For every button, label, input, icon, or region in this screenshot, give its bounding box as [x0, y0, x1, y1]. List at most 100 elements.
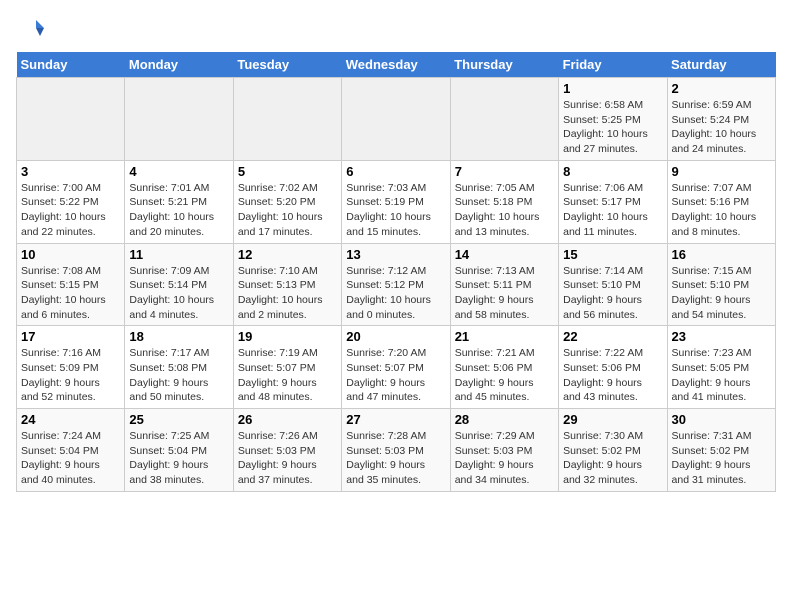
- calendar-cell: 25 Sunrise: 7:25 AM Sunset: 5:04 PM Dayli…: [125, 409, 233, 492]
- calendar-cell: 9Sunrise: 7:07 AM Sunset: 5:16 PM Daylig…: [667, 160, 775, 243]
- day-number: 25: [129, 412, 228, 427]
- day-number: 17: [21, 329, 120, 344]
- page-header: [16, 16, 776, 44]
- day-info: Sunrise: 7:01 AM Sunset: 5:21 PM Dayligh…: [129, 181, 228, 240]
- day-info: Sunrise: 7:10 AM Sunset: 5:13 PM Dayligh…: [238, 264, 337, 323]
- day-number: 2: [672, 81, 771, 96]
- day-number: 18: [129, 329, 228, 344]
- day-info: Sunrise: 7:22 AM Sunset: 5:06 PM Dayligh…: [563, 346, 662, 405]
- logo: [16, 16, 48, 44]
- calendar-cell: 26Sunrise: 7:26 AM Sunset: 5:03 PM Dayli…: [233, 409, 341, 492]
- header-saturday: Saturday: [667, 52, 775, 78]
- day-number: 8: [563, 164, 662, 179]
- calendar-cell: 8 Sunrise: 7:06 AM Sunset: 5:17 PM Daylig…: [559, 160, 667, 243]
- calendar-cell: 16Sunrise: 7:15 AM Sunset: 5:10 PM Dayli…: [667, 243, 775, 326]
- day-number: 23: [672, 329, 771, 344]
- calendar-cell: 28 Sunrise: 7:29 AM Sunset: 5:03 PM Dayli…: [450, 409, 558, 492]
- day-info: Sunrise: 6:58 AM Sunset: 5:25 PM Dayligh…: [563, 98, 662, 157]
- calendar-cell: 30Sunrise: 7:31 AM Sunset: 5:02 PM Dayli…: [667, 409, 775, 492]
- day-number: 19: [238, 329, 337, 344]
- day-info: Sunrise: 7:06 AM Sunset: 5:17 PM Dayligh…: [563, 181, 662, 240]
- day-info: Sunrise: 7:03 AM Sunset: 5:19 PM Dayligh…: [346, 181, 445, 240]
- calendar-cell: [125, 78, 233, 161]
- day-number: 5: [238, 164, 337, 179]
- calendar-cell: 3 Sunrise: 7:00 AM Sunset: 5:22 PM Daylig…: [17, 160, 125, 243]
- calendar-cell: 20 Sunrise: 7:20 AM Sunset: 5:07 PM Dayli…: [342, 326, 450, 409]
- calendar-cell: 23 Sunrise: 7:23 AM Sunset: 5:05 PM Dayli…: [667, 326, 775, 409]
- calendar-body: 1Sunrise: 6:58 AM Sunset: 5:25 PM Daylig…: [17, 78, 776, 492]
- day-number: 3: [21, 164, 120, 179]
- header-thursday: Thursday: [450, 52, 558, 78]
- calendar-cell: 27 Sunrise: 7:28 AM Sunset: 5:03 PM Dayli…: [342, 409, 450, 492]
- day-info: Sunrise: 7:25 AM Sunset: 5:04 PM Dayligh…: [129, 429, 228, 488]
- header-sunday: Sunday: [17, 52, 125, 78]
- calendar-cell: 18 Sunrise: 7:17 AM Sunset: 5:08 PM Dayli…: [125, 326, 233, 409]
- day-number: 14: [455, 247, 554, 262]
- day-number: 22: [563, 329, 662, 344]
- calendar-cell: 13Sunrise: 7:12 AM Sunset: 5:12 PM Dayli…: [342, 243, 450, 326]
- day-number: 29: [563, 412, 662, 427]
- day-number: 27: [346, 412, 445, 427]
- day-info: Sunrise: 7:23 AM Sunset: 5:05 PM Dayligh…: [672, 346, 771, 405]
- day-number: 30: [672, 412, 771, 427]
- day-info: Sunrise: 7:29 AM Sunset: 5:03 PM Dayligh…: [455, 429, 554, 488]
- day-info: Sunrise: 7:19 AM Sunset: 5:07 PM Dayligh…: [238, 346, 337, 405]
- day-info: Sunrise: 6:59 AM Sunset: 5:24 PM Dayligh…: [672, 98, 771, 157]
- logo-icon: [16, 16, 44, 44]
- calendar-cell: 12 Sunrise: 7:10 AM Sunset: 5:13 PM Dayli…: [233, 243, 341, 326]
- header-tuesday: Tuesday: [233, 52, 341, 78]
- day-info: Sunrise: 7:15 AM Sunset: 5:10 PM Dayligh…: [672, 264, 771, 323]
- calendar-week-1: 1Sunrise: 6:58 AM Sunset: 5:25 PM Daylig…: [17, 78, 776, 161]
- calendar-cell: 22 Sunrise: 7:22 AM Sunset: 5:06 PM Dayli…: [559, 326, 667, 409]
- day-info: Sunrise: 7:00 AM Sunset: 5:22 PM Dayligh…: [21, 181, 120, 240]
- calendar-cell: 19 Sunrise: 7:19 AM Sunset: 5:07 PM Dayli…: [233, 326, 341, 409]
- day-number: 13: [346, 247, 445, 262]
- day-info: Sunrise: 7:09 AM Sunset: 5:14 PM Dayligh…: [129, 264, 228, 323]
- day-number: 24: [21, 412, 120, 427]
- day-number: 28: [455, 412, 554, 427]
- day-number: 15: [563, 247, 662, 262]
- day-number: 7: [455, 164, 554, 179]
- calendar-cell: 4 Sunrise: 7:01 AM Sunset: 5:21 PM Daylig…: [125, 160, 233, 243]
- day-info: Sunrise: 7:07 AM Sunset: 5:16 PM Dayligh…: [672, 181, 771, 240]
- day-info: Sunrise: 7:05 AM Sunset: 5:18 PM Dayligh…: [455, 181, 554, 240]
- calendar-cell: 1Sunrise: 6:58 AM Sunset: 5:25 PM Daylig…: [559, 78, 667, 161]
- day-info: Sunrise: 7:21 AM Sunset: 5:06 PM Dayligh…: [455, 346, 554, 405]
- day-info: Sunrise: 7:02 AM Sunset: 5:20 PM Dayligh…: [238, 181, 337, 240]
- calendar-cell: 6 Sunrise: 7:03 AM Sunset: 5:19 PM Daylig…: [342, 160, 450, 243]
- day-info: Sunrise: 7:16 AM Sunset: 5:09 PM Dayligh…: [21, 346, 120, 405]
- calendar-week-5: 24 Sunrise: 7:24 AM Sunset: 5:04 PM Dayli…: [17, 409, 776, 492]
- day-number: 12: [238, 247, 337, 262]
- day-info: Sunrise: 7:14 AM Sunset: 5:10 PM Dayligh…: [563, 264, 662, 323]
- calendar-cell: 5 Sunrise: 7:02 AM Sunset: 5:20 PM Daylig…: [233, 160, 341, 243]
- calendar-cell: 14 Sunrise: 7:13 AM Sunset: 5:11 PM Dayli…: [450, 243, 558, 326]
- calendar-week-3: 10 Sunrise: 7:08 AM Sunset: 5:15 PM Dayli…: [17, 243, 776, 326]
- calendar-cell: 29 Sunrise: 7:30 AM Sunset: 5:02 PM Dayli…: [559, 409, 667, 492]
- calendar-cell: 2 Sunrise: 6:59 AM Sunset: 5:24 PM Daylig…: [667, 78, 775, 161]
- calendar-cell: 7 Sunrise: 7:05 AM Sunset: 5:18 PM Daylig…: [450, 160, 558, 243]
- day-number: 11: [129, 247, 228, 262]
- day-info: Sunrise: 7:24 AM Sunset: 5:04 PM Dayligh…: [21, 429, 120, 488]
- day-number: 10: [21, 247, 120, 262]
- calendar-cell: [342, 78, 450, 161]
- calendar-week-2: 3 Sunrise: 7:00 AM Sunset: 5:22 PM Daylig…: [17, 160, 776, 243]
- day-number: 6: [346, 164, 445, 179]
- day-number: 4: [129, 164, 228, 179]
- day-info: Sunrise: 7:08 AM Sunset: 5:15 PM Dayligh…: [21, 264, 120, 323]
- day-info: Sunrise: 7:13 AM Sunset: 5:11 PM Dayligh…: [455, 264, 554, 323]
- day-number: 21: [455, 329, 554, 344]
- calendar-cell: 21 Sunrise: 7:21 AM Sunset: 5:06 PM Dayli…: [450, 326, 558, 409]
- calendar-cell: 17 Sunrise: 7:16 AM Sunset: 5:09 PM Dayli…: [17, 326, 125, 409]
- day-number: 26: [238, 412, 337, 427]
- calendar-cell: 10 Sunrise: 7:08 AM Sunset: 5:15 PM Dayli…: [17, 243, 125, 326]
- day-info: Sunrise: 7:30 AM Sunset: 5:02 PM Dayligh…: [563, 429, 662, 488]
- day-number: 20: [346, 329, 445, 344]
- day-info: Sunrise: 7:20 AM Sunset: 5:07 PM Dayligh…: [346, 346, 445, 405]
- calendar-header: Sunday Monday Tuesday Wednesday Thursday…: [17, 52, 776, 78]
- day-info: Sunrise: 7:17 AM Sunset: 5:08 PM Dayligh…: [129, 346, 228, 405]
- header-row: Sunday Monday Tuesday Wednesday Thursday…: [17, 52, 776, 78]
- calendar-cell: [450, 78, 558, 161]
- day-info: Sunrise: 7:28 AM Sunset: 5:03 PM Dayligh…: [346, 429, 445, 488]
- header-monday: Monday: [125, 52, 233, 78]
- calendar-week-4: 17 Sunrise: 7:16 AM Sunset: 5:09 PM Dayli…: [17, 326, 776, 409]
